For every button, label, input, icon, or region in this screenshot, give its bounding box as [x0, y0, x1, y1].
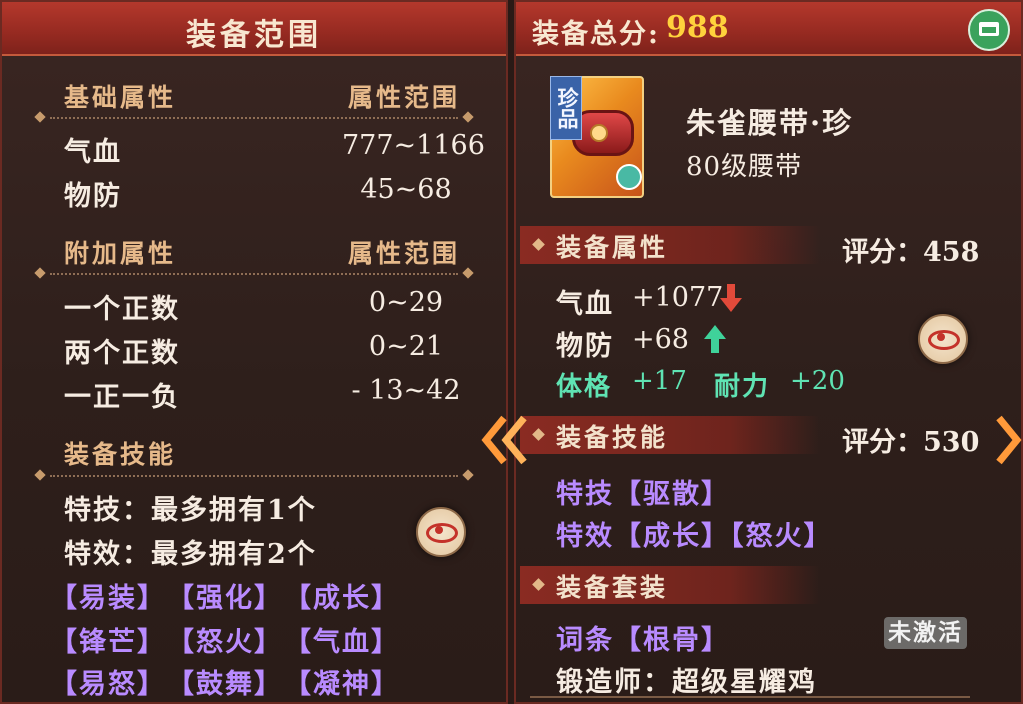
skill-limit: 特技：最多拥有1个 — [64, 495, 317, 526]
eye-icon[interactable] — [918, 314, 968, 364]
divider-ornament — [34, 469, 46, 481]
skill-tag: 【凝神】 — [284, 669, 400, 700]
attr-name: 物防 — [556, 331, 614, 362]
equipment-detail-panel: 装备总分: 988 珍品 朱雀腰带·珍 80级腰带 装备属性 评分：458 气血… — [514, 0, 1023, 704]
range-header: 装备范围 — [2, 2, 506, 56]
total-score-value: 988 — [666, 10, 729, 45]
buckle-icon — [590, 124, 608, 142]
divider-ornament — [462, 469, 474, 481]
rarity-badge: 珍品 — [550, 76, 582, 140]
attr-range: 0~29 — [368, 287, 444, 318]
chevron-left-icon[interactable] — [478, 412, 538, 468]
attr-value: +68 — [632, 324, 689, 355]
attr-range: 0~21 — [368, 331, 444, 362]
base-range-label: 属性范围 — [348, 83, 461, 112]
skill-tag: 【锋芒】 — [50, 627, 166, 658]
bonus-name: 体格 — [556, 372, 613, 402]
skill-section-title: 装备技能 — [556, 423, 669, 452]
attr-range: 777~1166 — [342, 130, 485, 161]
attr-name: 气血 — [64, 137, 122, 168]
skill-tag: 【易装】 — [50, 583, 166, 614]
skill-line: 特技【驱散】 — [556, 479, 730, 510]
set-entry: 词条【根骨】 — [556, 625, 730, 656]
extra-attr-label: 附加属性 — [64, 239, 177, 268]
divider — [50, 117, 458, 119]
item-name: 朱雀腰带·珍 — [686, 106, 854, 140]
ribbon-ornament — [532, 238, 545, 251]
up-arrow-icon — [704, 324, 726, 354]
bound-icon — [616, 164, 642, 190]
divider — [50, 475, 458, 477]
divider — [50, 273, 458, 275]
skill-tag: 【鼓舞】 — [167, 669, 283, 700]
attr-name: 两个正数 — [64, 338, 180, 369]
extra-range-label: 属性范围 — [348, 239, 461, 268]
divider-ornament — [34, 111, 46, 123]
skill-tag: 【易怒】 — [50, 669, 166, 700]
total-score-label: 装备总分: — [532, 19, 660, 50]
attr-name: 物防 — [64, 181, 122, 212]
attr-name: 气血 — [556, 289, 614, 320]
base-attr-label: 基础属性 — [64, 83, 177, 112]
eye-icon[interactable] — [416, 507, 466, 557]
attr-value: +1077 — [632, 282, 724, 313]
skill-score: 评分：530 — [842, 427, 980, 458]
attr-section-ribbon: 装备属性 — [520, 226, 820, 264]
green-chest-icon[interactable] — [968, 9, 1010, 51]
item-subtitle: 80级腰带 — [686, 152, 803, 182]
chevron-right-icon[interactable] — [993, 412, 1023, 468]
equipment-range-panel: 装备范围 基础属性 属性范围 气血 777~1166 物防 45~68 附加属性… — [0, 0, 508, 704]
bonus-name: 耐力 — [714, 372, 771, 402]
set-section-ribbon: 装备套装 — [520, 566, 820, 604]
skill-label: 装备技能 — [64, 440, 177, 469]
attr-range: 45~68 — [360, 174, 452, 205]
attr-score: 评分：458 — [842, 237, 980, 268]
skill-tag: 【成长】 — [284, 583, 400, 614]
range-title: 装备范围 — [186, 18, 322, 53]
attr-range: - 13~42 — [351, 375, 461, 406]
set-section-title: 装备套装 — [556, 573, 669, 602]
forger-line: 锻造师：超级星耀鸡 — [556, 667, 817, 698]
divider-ornament — [462, 267, 474, 279]
divider-ornament — [34, 267, 46, 279]
ribbon-ornament — [532, 578, 545, 591]
skill-tag: 【怒火】 — [167, 627, 283, 658]
bonus-value: +20 — [790, 366, 845, 396]
down-arrow-icon — [720, 284, 742, 314]
bottom-divider — [530, 696, 970, 698]
attr-section-title: 装备属性 — [556, 233, 669, 262]
set-status-badge: 未激活 — [884, 617, 967, 649]
skill-section-ribbon: 装备技能 — [520, 416, 820, 454]
effect-line: 特效【成长】【怒火】 — [556, 521, 833, 552]
skill-tag: 【气血】 — [284, 627, 400, 658]
divider-ornament — [462, 111, 474, 123]
skill-tag: 【强化】 — [167, 583, 283, 614]
attr-name: 一个正数 — [64, 294, 180, 325]
effect-limit: 特效：最多拥有2个 — [64, 539, 317, 570]
attr-name: 一正一负 — [64, 382, 180, 413]
bonus-value: +17 — [632, 366, 687, 396]
